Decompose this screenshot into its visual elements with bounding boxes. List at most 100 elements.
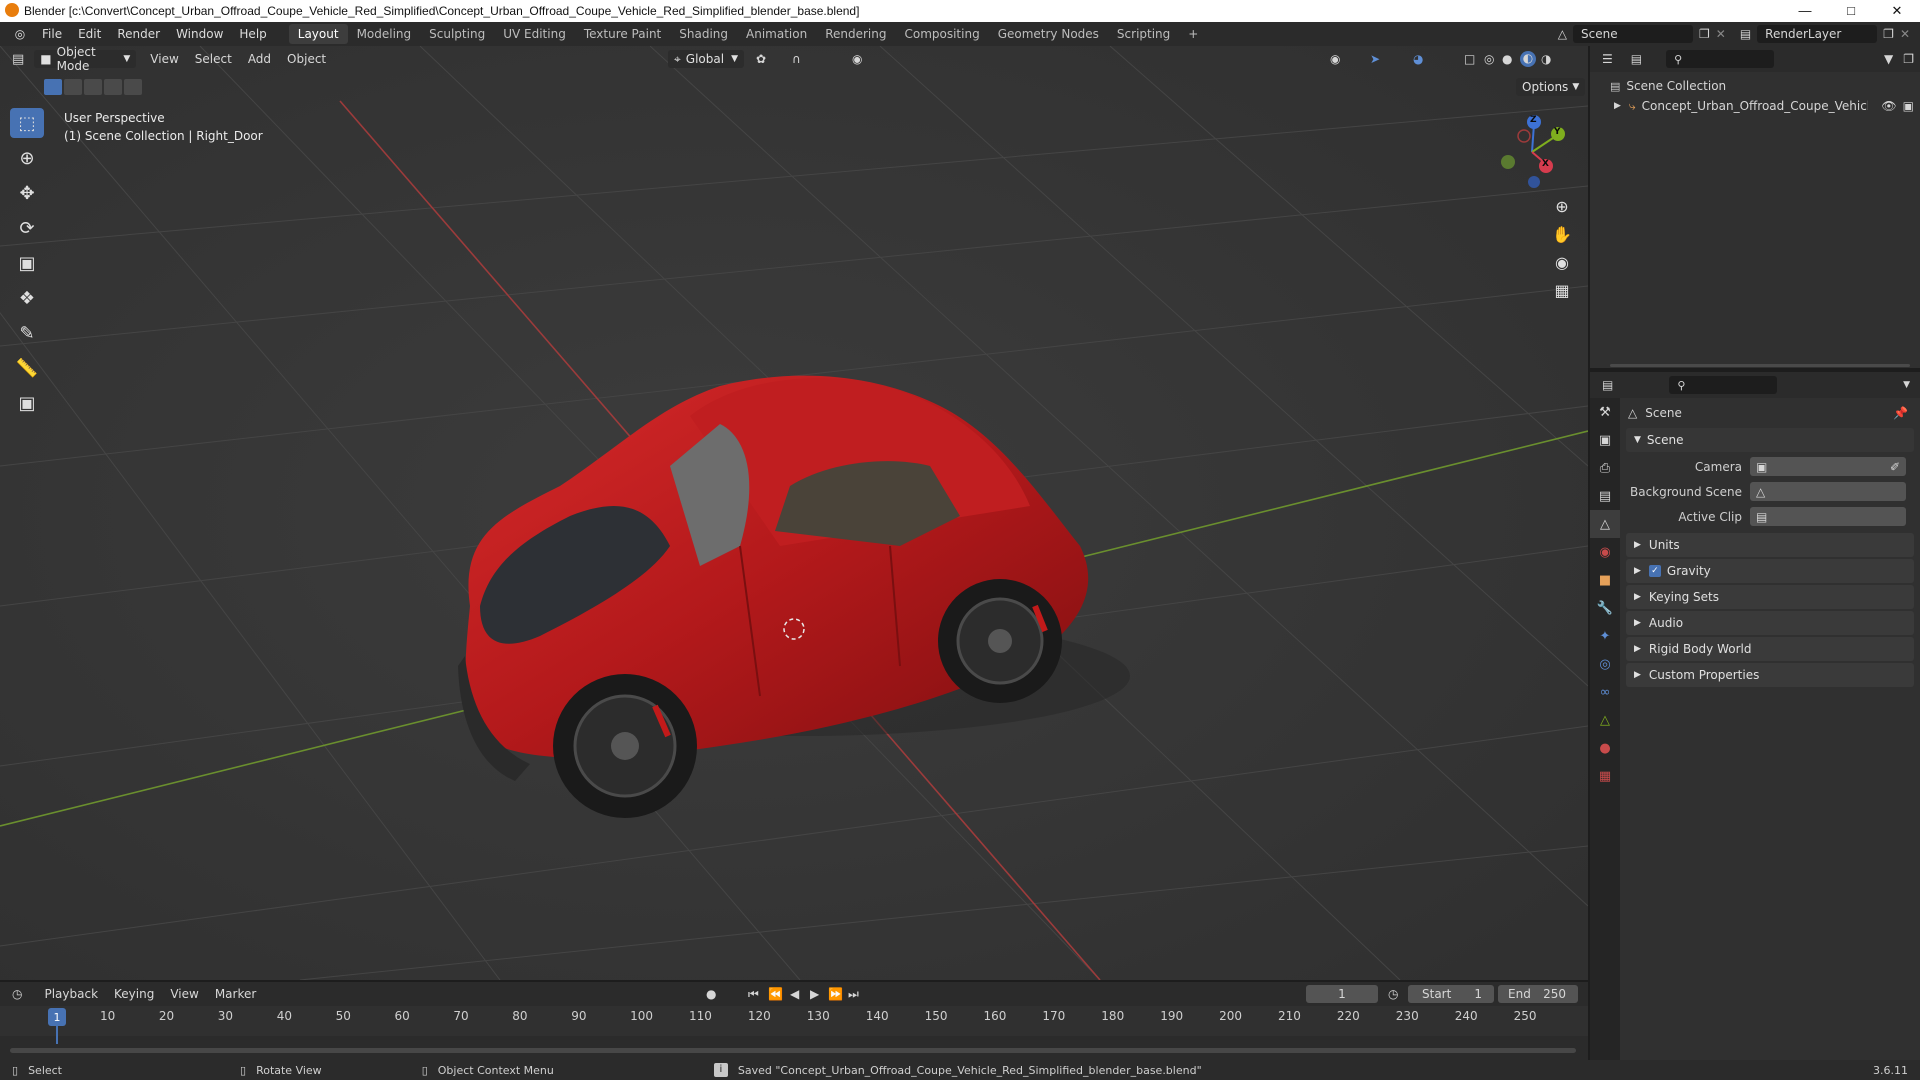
data-tab-icon[interactable]: △: [1590, 706, 1620, 734]
zoom-icon[interactable]: ⊕: [1548, 192, 1576, 220]
outliner-scrollbar[interactable]: [1610, 364, 1910, 367]
3d-viewport[interactable]: ▤ ■ Object Mode ▼ View Select Add Object…: [0, 46, 1588, 980]
menu-file[interactable]: File: [34, 27, 70, 41]
background-scene-field[interactable]: △: [1750, 482, 1906, 501]
mode-selector[interactable]: ■ Object Mode ▼: [34, 46, 137, 73]
scale-tool-icon[interactable]: ▣: [10, 248, 44, 278]
tab-shading[interactable]: Shading: [670, 24, 737, 44]
tree-row-scene-collection[interactable]: ▤ Scene Collection: [1590, 76, 1920, 96]
delete-scene-icon[interactable]: ✕: [1716, 27, 1726, 41]
menu-select[interactable]: Select: [187, 52, 240, 66]
select-box-tool-icon[interactable]: ⬚: [10, 108, 44, 138]
rigid-body-world-panel[interactable]: ▶ Rigid Body World: [1626, 637, 1914, 661]
scene-selector[interactable]: Scene: [1573, 25, 1693, 43]
next-keyframe-icon[interactable]: ⏩: [828, 987, 843, 1001]
timeline-editor-icon[interactable]: ◷: [12, 987, 22, 1001]
play-reverse-icon[interactable]: ◀: [790, 987, 799, 1001]
start-frame-field[interactable]: Start 1: [1408, 985, 1494, 1003]
menu-marker[interactable]: Marker: [207, 987, 264, 1001]
record-icon[interactable]: ●: [706, 987, 716, 1001]
expand-arrow-icon[interactable]: ▶: [1614, 101, 1621, 111]
texture-tab-icon[interactable]: ▦: [1590, 762, 1620, 790]
material-tab-icon[interactable]: ●: [1590, 734, 1620, 762]
minimize-button[interactable]: —: [1782, 3, 1828, 19]
move-tool-icon[interactable]: ✥: [10, 178, 44, 208]
tab-rendering[interactable]: Rendering: [816, 24, 895, 44]
camera-field[interactable]: ▣ ✐: [1750, 457, 1906, 476]
playhead[interactable]: 1: [48, 1008, 66, 1026]
perspective-grid-icon[interactable]: ▦: [1548, 276, 1576, 304]
pin-icon[interactable]: 📌: [1893, 406, 1908, 420]
render-layer-icon[interactable]: ▤: [1740, 27, 1751, 41]
play-icon[interactable]: ▶: [810, 987, 819, 1001]
frame-ruler[interactable]: 10 20 30 40 50 60 70 80 90 100 110 120 130 140 150 160 1…: [0, 1006, 1588, 1044]
navigation-gizmo[interactable]: Z Y X: [1492, 108, 1572, 188]
maximize-button[interactable]: □: [1828, 3, 1874, 19]
jump-end-icon[interactable]: ⏭: [848, 987, 859, 1002]
rotate-tool-icon[interactable]: ⟳: [10, 213, 44, 243]
end-frame-field[interactable]: End 250: [1498, 985, 1578, 1003]
overlay-toggle-icon[interactable]: ◕: [1413, 52, 1423, 66]
gizmo-toggle-icon[interactable]: ➤: [1370, 52, 1380, 66]
keying-sets-panel[interactable]: ▶ Keying Sets: [1626, 585, 1914, 609]
delete-layer-icon[interactable]: ✕: [1900, 27, 1910, 41]
filter-icon[interactable]: ▼: [1884, 52, 1893, 66]
eyedropper-icon[interactable]: ✐: [1890, 460, 1900, 474]
scene-icon[interactable]: △: [1558, 27, 1567, 41]
active-clip-field[interactable]: ▤: [1750, 507, 1906, 526]
chevron-down-icon[interactable]: ▼: [1903, 380, 1910, 390]
menu-add[interactable]: Add: [240, 52, 279, 66]
menu-view[interactable]: View: [142, 52, 186, 66]
select-invert-icon[interactable]: [104, 79, 122, 95]
menu-help[interactable]: Help: [231, 27, 274, 41]
tab-texture-paint[interactable]: Texture Paint: [575, 24, 670, 44]
tab-scripting[interactable]: Scripting: [1108, 24, 1179, 44]
pivot-icon[interactable]: ✿: [756, 52, 766, 66]
select-new-icon[interactable]: [44, 79, 62, 95]
orientation-selector[interactable]: ⌖ Global ▼: [668, 50, 744, 68]
properties-editor-icon[interactable]: ▤: [1602, 378, 1613, 392]
new-collection-icon[interactable]: ❐: [1903, 52, 1914, 66]
select-intersect-icon[interactable]: [124, 79, 142, 95]
menu-render[interactable]: Render: [109, 27, 168, 41]
tab-layout[interactable]: Layout: [288, 24, 348, 44]
close-button[interactable]: ✕: [1874, 3, 1920, 19]
new-scene-icon[interactable]: ❐: [1699, 27, 1710, 41]
rendered-shading-icon[interactable]: ◑: [1541, 52, 1551, 66]
menu-edit[interactable]: Edit: [70, 27, 109, 41]
pan-hand-icon[interactable]: ✋: [1548, 220, 1576, 248]
gravity-panel[interactable]: ▶ ✓ Gravity: [1626, 559, 1914, 583]
audio-panel[interactable]: ▶ Audio: [1626, 611, 1914, 635]
solid-shading-icon[interactable]: ●: [1502, 52, 1512, 66]
properties-search-input[interactable]: ⚲: [1669, 376, 1778, 394]
wireframe-shading-icon[interactable]: ◎: [1484, 52, 1494, 66]
tab-geometry-nodes[interactable]: Geometry Nodes: [989, 24, 1108, 44]
annotate-tool-icon[interactable]: ✎: [10, 318, 44, 348]
timeline-scrollbar[interactable]: [10, 1048, 1576, 1053]
add-workspace-button[interactable]: +: [1179, 24, 1207, 44]
add-cube-tool-icon[interactable]: ▣: [10, 388, 44, 418]
new-layer-icon[interactable]: ❐: [1883, 27, 1894, 41]
outliner-editor-icon[interactable]: ☰: [1602, 52, 1613, 66]
tab-uv-editing[interactable]: UV Editing: [494, 24, 575, 44]
jump-start-icon[interactable]: ⏮: [748, 987, 759, 1002]
tab-compositing[interactable]: Compositing: [895, 24, 988, 44]
custom-properties-panel[interactable]: ▶ Custom Properties: [1626, 663, 1914, 687]
transform-tool-icon[interactable]: ❖: [10, 283, 44, 313]
menu-keying[interactable]: Keying: [106, 987, 162, 1001]
select-subtract-icon[interactable]: [84, 79, 102, 95]
xray-icon[interactable]: □: [1464, 52, 1475, 66]
render-layer-selector[interactable]: RenderLayer: [1757, 25, 1878, 43]
blender-menu-icon[interactable]: ◎: [10, 27, 30, 41]
outliner-search-input[interactable]: ⚲: [1666, 50, 1775, 68]
material-shading-icon[interactable]: ◐: [1520, 51, 1536, 67]
tab-modeling[interactable]: Modeling: [348, 24, 421, 44]
tab-animation[interactable]: Animation: [737, 24, 816, 44]
camera-render-icon[interactable]: ▣: [1903, 99, 1914, 113]
visibility-icon[interactable]: ◉: [1330, 52, 1340, 66]
eye-icon[interactable]: 👁: [1881, 99, 1896, 113]
camera-view-icon[interactable]: ◉: [1548, 248, 1576, 276]
proportional-edit-icon[interactable]: ◉: [852, 52, 862, 66]
tree-row-vehicle[interactable]: ▶ ⤷ Concept_Urban_Offroad_Coupe_Vehicle_…: [1590, 96, 1920, 116]
preview-range-icon[interactable]: ◷: [1388, 987, 1398, 1001]
